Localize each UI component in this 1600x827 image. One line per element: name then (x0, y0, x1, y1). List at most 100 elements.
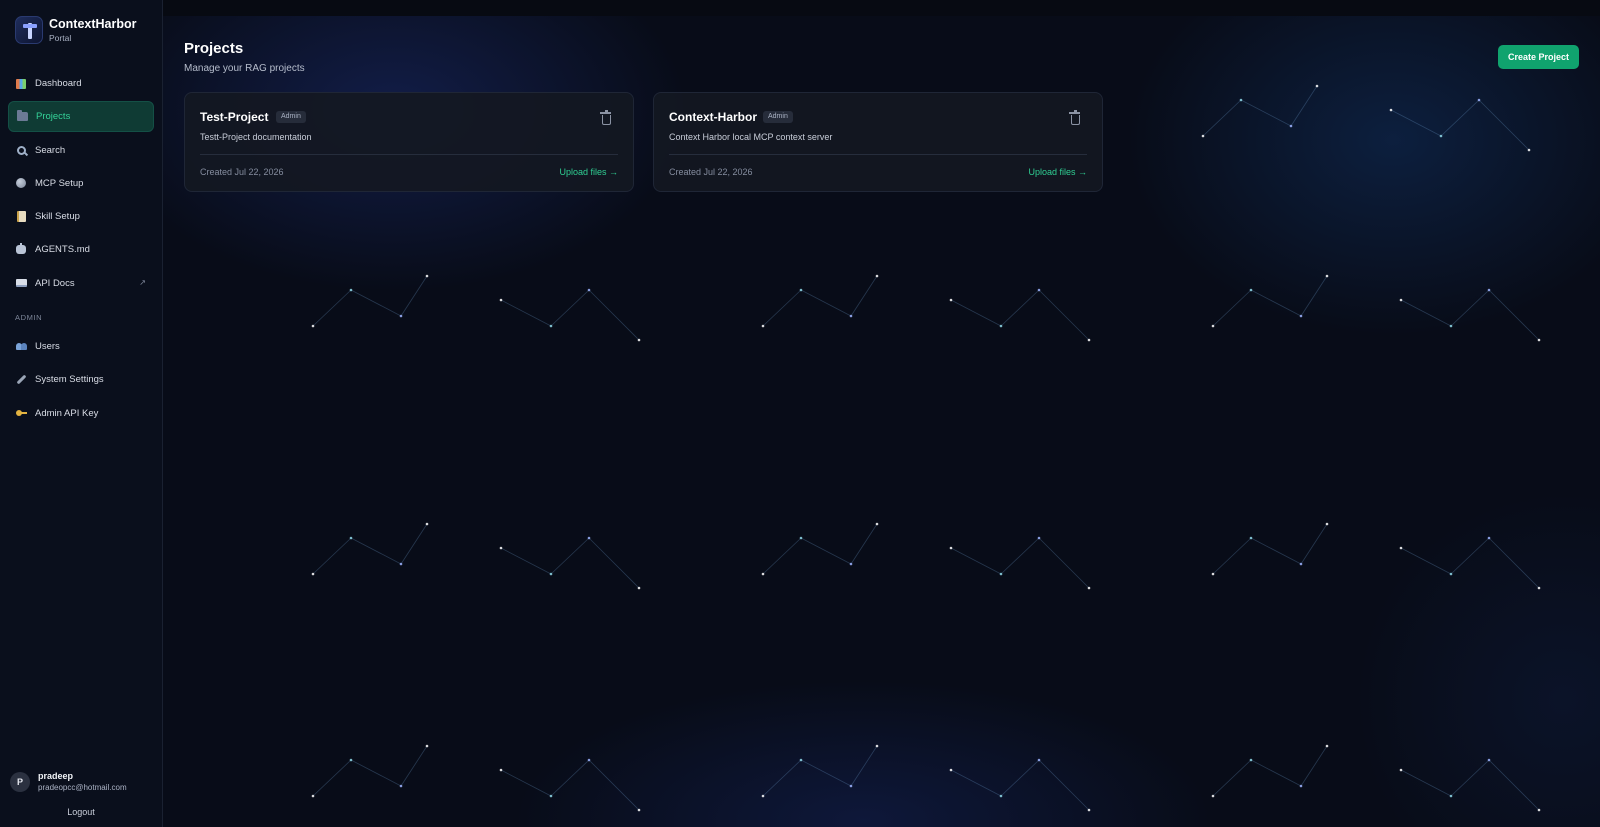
network-node (549, 324, 553, 328)
sidebar-item-admin-api-key[interactable]: Admin API Key (8, 398, 154, 429)
sidebar-item-system-settings[interactable]: System Settings (8, 364, 154, 395)
sidebar-item-projects[interactable]: Projects (8, 101, 154, 133)
sidebar-item-skill-setup[interactable]: Skill Setup (8, 201, 154, 232)
network-node (349, 758, 353, 762)
network-line (500, 769, 552, 797)
brand[interactable]: ContextHarbor Portal (0, 0, 162, 46)
admin-nav: Users System Settings Admin API Key (0, 331, 162, 431)
network-line (1478, 99, 1530, 151)
network-line (850, 745, 878, 787)
network-line (588, 537, 640, 589)
sidebar-item-mcp-setup[interactable]: MCP Setup (8, 168, 154, 199)
sidebar-item-label: Search (35, 144, 66, 156)
network-line (1440, 99, 1480, 137)
project-description: Testt-Project documentation (200, 132, 312, 142)
network-line (800, 289, 852, 317)
card-divider (200, 154, 618, 155)
network-node (1211, 794, 1215, 798)
network-line (1300, 275, 1328, 317)
wrench-icon (15, 374, 27, 386)
brand-name: ContextHarbor (49, 16, 137, 31)
sidebar-nav: Dashboard Projects Search MCP Setup Skil… (0, 68, 162, 301)
network-node (999, 324, 1003, 328)
project-card[interactable]: Context-Harbor Admin Context Harbor loca… (653, 92, 1103, 192)
sidebar-item-users[interactable]: Users (8, 331, 154, 362)
network-line (500, 547, 552, 575)
network-line (950, 299, 1002, 327)
sidebar-item-agents-md[interactable]: AGENTS.md (8, 234, 154, 265)
network-node (1399, 546, 1403, 550)
network-line (1212, 289, 1252, 327)
logout-button[interactable]: Logout (10, 807, 152, 817)
network-node (949, 546, 953, 550)
network-line (1250, 537, 1302, 565)
network-line (400, 745, 428, 787)
network-node (549, 572, 553, 576)
sidebar-item-label: Dashboard (35, 78, 82, 89)
network-line (550, 759, 590, 797)
admin-section-label: ADMIN (15, 313, 43, 323)
sidebar-item-dashboard[interactable]: Dashboard (8, 68, 154, 99)
network-node (399, 314, 403, 318)
network-node (949, 298, 953, 302)
user-name: pradeep (38, 771, 74, 781)
network-line (1000, 537, 1040, 575)
network-node (1399, 298, 1403, 302)
network-node (875, 522, 879, 526)
network-line (800, 537, 852, 565)
trash-icon[interactable] (1069, 110, 1080, 125)
network-node (425, 274, 429, 278)
network-line (1300, 523, 1328, 565)
network-line (588, 759, 640, 811)
sidebar-item-label: Projects (36, 111, 71, 123)
network-node (799, 288, 803, 292)
network-node (1037, 288, 1041, 292)
network-node (1389, 108, 1393, 112)
role-badge: Admin (763, 111, 793, 123)
network-node (499, 768, 503, 772)
user-block: P pradeep pradeopcc@hotmail.com Logout (0, 771, 162, 827)
network-node (425, 522, 429, 526)
network-node (1299, 784, 1303, 788)
network-node (1037, 536, 1041, 540)
trash-icon[interactable] (600, 110, 611, 125)
network-line (1488, 537, 1540, 589)
avatar: P (10, 772, 30, 792)
project-card[interactable]: Test-Project Admin Testt-Project documen… (184, 92, 634, 192)
create-project-button[interactable]: Create Project (1498, 45, 1579, 69)
network-node (1449, 324, 1453, 328)
upload-files-link[interactable]: Upload files → (1028, 167, 1087, 177)
network-node (349, 536, 353, 540)
network-node (799, 758, 803, 762)
brand-text: ContextHarbor Portal (49, 17, 137, 44)
network-node (999, 794, 1003, 798)
network-node (1487, 536, 1491, 540)
network-node (425, 744, 429, 748)
network-line (1240, 99, 1292, 127)
role-badge: Admin (276, 111, 306, 123)
network-node (875, 274, 879, 278)
network-line (1038, 537, 1090, 589)
sidebar-item-search[interactable]: Search (8, 135, 154, 166)
network-line (1400, 769, 1452, 797)
sidebar-item-label: Admin API Key (35, 407, 99, 419)
network-line (400, 523, 428, 565)
user-profile[interactable]: P pradeep pradeopcc@hotmail.com (10, 771, 152, 793)
sidebar-item-api-docs[interactable]: API Docs ↗ (8, 268, 154, 299)
network-node (1315, 84, 1319, 88)
network-line (762, 537, 802, 575)
network-line (800, 759, 852, 787)
network-node (761, 324, 765, 328)
upload-files-link[interactable]: Upload files → (559, 167, 618, 177)
sidebar-item-label: Skill Setup (35, 211, 80, 223)
project-description: Context Harbor local MCP context server (669, 132, 833, 142)
network-node (1449, 572, 1453, 576)
network-node (637, 808, 641, 812)
user-info: pradeep pradeopcc@hotmail.com (38, 771, 127, 793)
users-icon (15, 341, 27, 353)
brand-subtitle: Portal (49, 32, 72, 43)
sidebar-item-label: API Docs (35, 277, 75, 289)
network-node (1325, 522, 1329, 526)
network-line (1000, 759, 1040, 797)
network-node (761, 794, 765, 798)
